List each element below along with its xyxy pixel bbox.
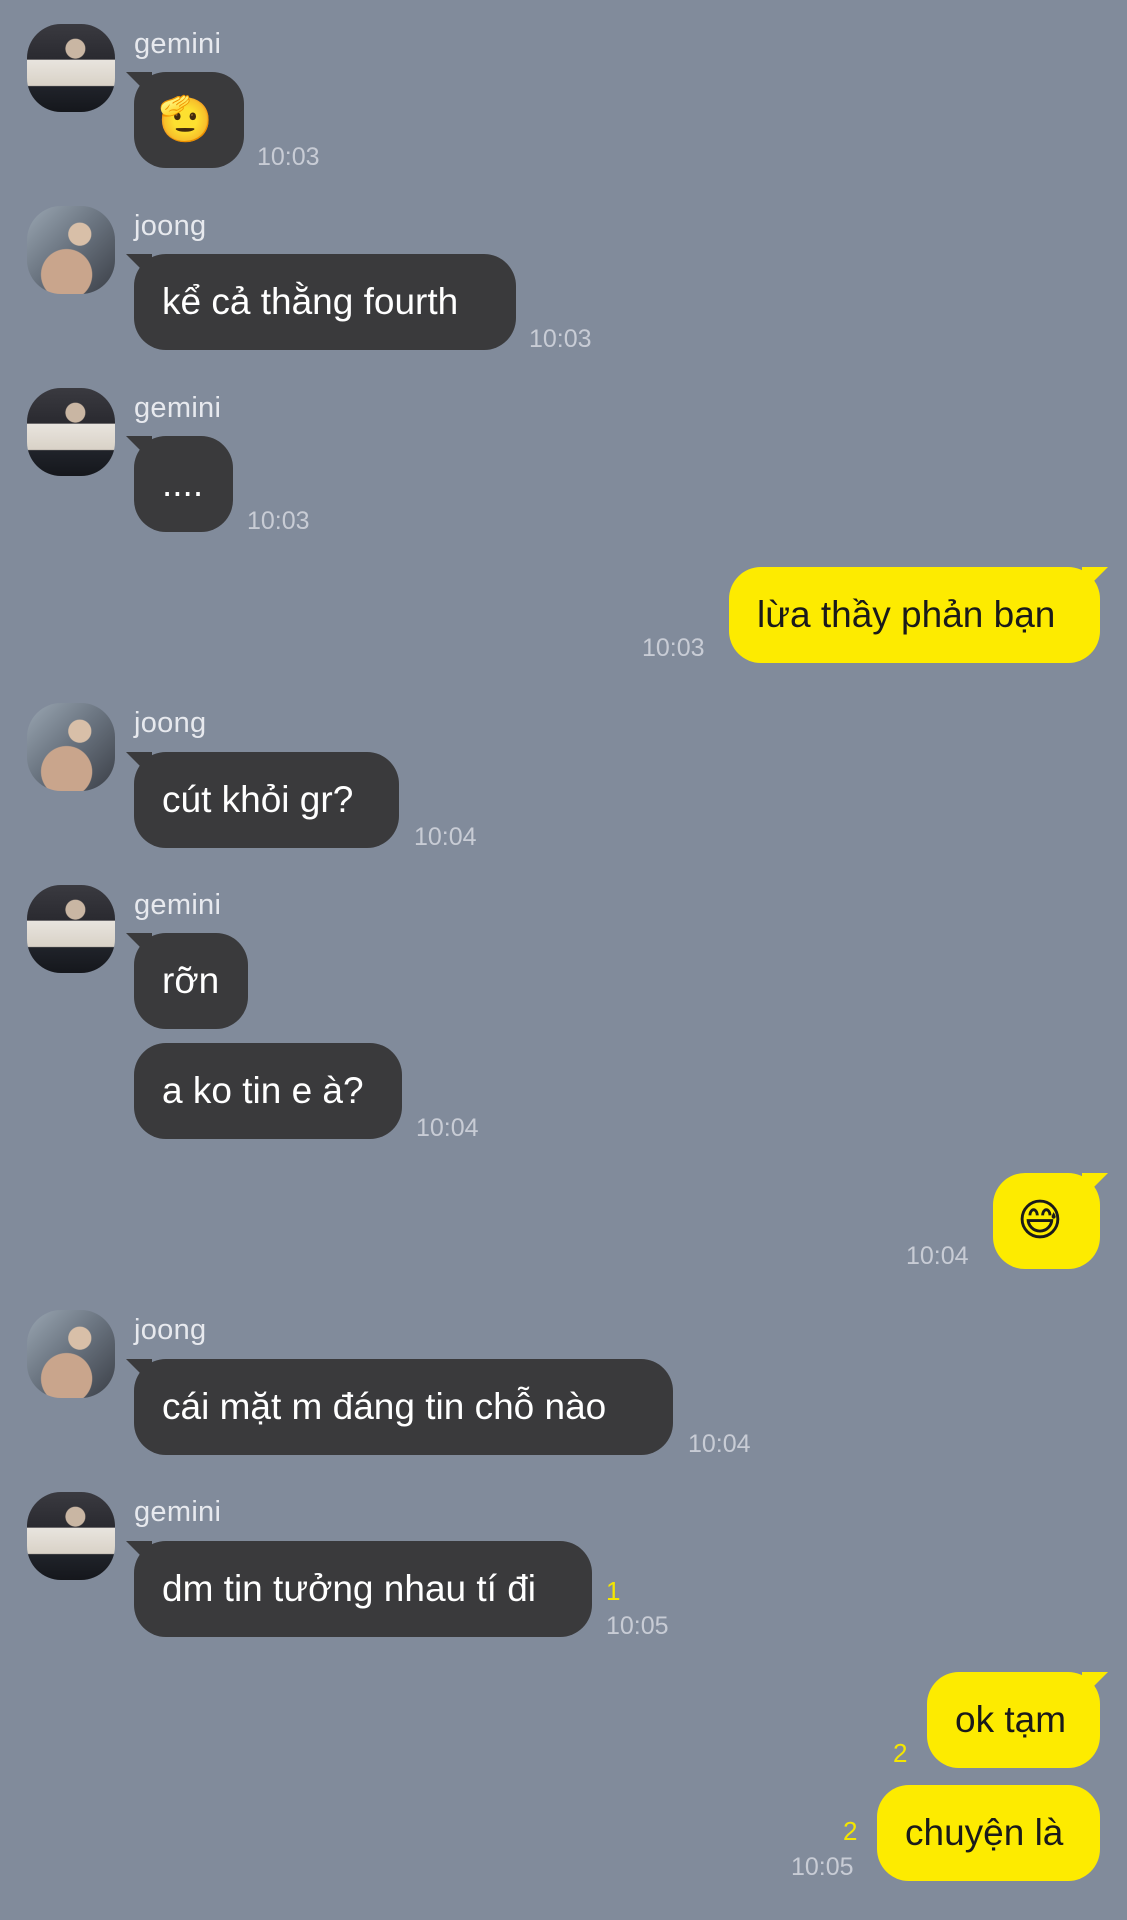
grinning-sweat-emoji: 😅 <box>1017 1196 1063 1245</box>
message-bubble-outgoing[interactable]: ok tạm <box>927 1672 1100 1768</box>
message-bubble-outgoing[interactable]: chuyện là <box>877 1785 1100 1881</box>
message-timestamp: 10:04 <box>688 1430 751 1458</box>
saluting-face-emoji: 🫡 <box>158 95 213 144</box>
avatar-joong[interactable] <box>27 1310 115 1398</box>
unread-count: 2 <box>843 1816 858 1846</box>
message-timestamp: 10:05 <box>791 1853 854 1881</box>
message-bubble-outgoing[interactable]: 😅 <box>993 1173 1100 1269</box>
message-timestamp: 10:04 <box>414 823 477 851</box>
sender-name: gemini <box>134 1496 222 1528</box>
message-timestamp: 10:04 <box>416 1114 479 1142</box>
sender-name: joong <box>134 707 207 739</box>
sender-name: joong <box>134 210 207 242</box>
message-bubble[interactable]: kể cả thằng fourth <box>134 254 516 350</box>
avatar-joong[interactable] <box>27 703 115 791</box>
sender-name: joong <box>134 1314 207 1346</box>
sender-name: gemini <box>134 28 222 60</box>
avatar-gemini[interactable] <box>27 388 115 476</box>
sender-name: gemini <box>134 889 222 921</box>
message-timestamp: 10:03 <box>642 634 705 662</box>
message-bubble[interactable]: .... <box>134 436 233 532</box>
message-bubble[interactable]: a ko tin e à? <box>134 1043 402 1139</box>
message-bubble[interactable]: rỡn <box>134 933 248 1029</box>
avatar-gemini[interactable] <box>27 885 115 973</box>
message-bubble[interactable]: cút khỏi gr? <box>134 752 399 848</box>
message-bubble-outgoing[interactable]: lừa thầy phản bạn <box>729 567 1100 663</box>
unread-count: 2 <box>893 1738 908 1768</box>
message-timestamp: 10:03 <box>257 143 320 171</box>
avatar-gemini[interactable] <box>27 1492 115 1580</box>
message-timestamp: 10:05 <box>606 1612 669 1640</box>
message-bubble[interactable]: 🫡 <box>134 72 244 168</box>
unread-count: 1 <box>606 1576 621 1606</box>
message-bubble[interactable]: dm tin tưởng nhau tí đi <box>134 1541 592 1637</box>
message-bubble[interactable]: cái mặt m đáng tin chỗ nào <box>134 1359 673 1455</box>
message-timestamp: 10:03 <box>247 507 310 535</box>
avatar-joong[interactable] <box>27 206 115 294</box>
sender-name: gemini <box>134 392 222 424</box>
chat-message-list[interactable]: gemini 🫡 10:03 joong kể cả thằng fourth … <box>0 0 1127 1920</box>
avatar-gemini[interactable] <box>27 24 115 112</box>
message-timestamp: 10:04 <box>906 1242 969 1270</box>
message-timestamp: 10:03 <box>529 325 592 353</box>
